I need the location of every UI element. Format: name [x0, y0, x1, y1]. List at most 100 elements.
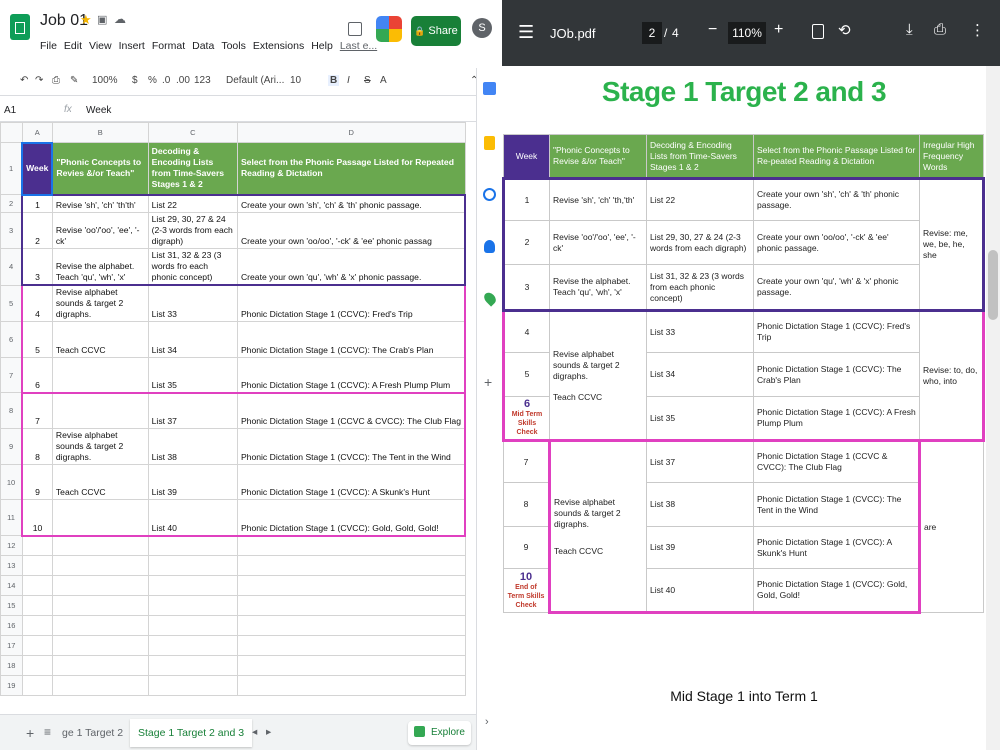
header-cell-lists[interactable]: Decoding & Encoding Lists from Time-Save…	[147, 142, 238, 195]
cell-concept[interactable]: Revise 'oo'/'oo', 'ee', '-ck'	[51, 212, 149, 249]
row-header[interactable]: 8	[0, 392, 23, 429]
sheet-tab-active[interactable]: Stage 1 Target 2 and 3	[130, 719, 253, 747]
cell-passage[interactable]: Phonic Dictation Stage 1 (CCVC & CVCC): …	[236, 391, 466, 429]
cell-passage[interactable]: Phonic Dictation Stage 1 (CCVC): A Fresh…	[236, 357, 466, 394]
row-header[interactable]: 6	[0, 321, 23, 358]
menu-item[interactable]: Data	[192, 40, 214, 52]
get-addons-icon[interactable]: +	[484, 374, 492, 390]
text-color-button[interactable]: A	[380, 75, 387, 86]
cell-passage[interactable]: Phonic Dictation Stage 1 (CVCC): A Skunk…	[236, 464, 466, 500]
hide-side-panel-icon[interactable]: ›	[485, 716, 489, 728]
empty-cell[interactable]	[236, 595, 466, 616]
menu-icon[interactable]: ☰	[518, 22, 534, 43]
cell-concept[interactable]: Teach CCVC	[51, 321, 149, 358]
menu-item[interactable]: Help	[311, 40, 333, 52]
cell-list[interactable]: List 31, 32 & 23 (3 words fro each phoni…	[147, 248, 238, 286]
zoom-input[interactable]: 110%	[728, 22, 766, 44]
name-box[interactable]: A1	[4, 105, 54, 116]
empty-cell[interactable]	[147, 595, 238, 616]
cell-week[interactable]: 7	[21, 391, 53, 429]
cell-passage[interactable]: Create your own 'oo/oo', '-ck' & 'ee' ph…	[236, 212, 466, 249]
empty-cell[interactable]	[51, 555, 149, 576]
percent-button[interactable]: %	[148, 75, 157, 86]
empty-cell[interactable]	[51, 595, 149, 616]
row-header[interactable]: 5	[0, 284, 23, 322]
row-header[interactable]: 2	[0, 194, 23, 213]
header-cell-concepts[interactable]: "Phonic Concepts to Revies &/or Teach"	[51, 142, 149, 195]
redo-icon[interactable]: ↷	[35, 75, 43, 86]
cell-concept[interactable]: Revise alphabet sounds & target 2 digrap…	[51, 284, 149, 322]
cell-concept[interactable]: Teach CCVC	[51, 464, 149, 500]
row-header[interactable]: 16	[0, 615, 23, 636]
cell-list[interactable]: List 39	[147, 464, 238, 500]
empty-cell[interactable]	[236, 635, 466, 656]
add-sheet-icon[interactable]: +	[26, 725, 34, 741]
empty-cell[interactable]	[147, 675, 238, 696]
cell-week[interactable]: 10	[21, 499, 53, 537]
empty-cell[interactable]	[21, 635, 53, 656]
cell-passage[interactable]: Phonic Dictation Stage 1 (CCVC): Fred's …	[236, 284, 466, 322]
print-icon[interactable]: ⎙	[934, 21, 946, 38]
empty-cell[interactable]	[21, 615, 53, 636]
calendar-icon[interactable]	[483, 82, 496, 95]
more-options-icon[interactable]: ⋮	[970, 21, 985, 39]
row-header[interactable]: 13	[0, 555, 23, 576]
share-button[interactable]: 🔒 Share	[411, 16, 461, 46]
empty-cell[interactable]	[21, 555, 53, 576]
empty-cell[interactable]	[21, 675, 53, 696]
empty-cell[interactable]	[236, 535, 466, 556]
contacts-icon[interactable]	[484, 240, 495, 253]
font-select[interactable]: Default (Ari...	[226, 75, 284, 86]
cell-list[interactable]: List 35	[147, 357, 238, 394]
column-header-c[interactable]: C	[147, 122, 238, 143]
spreadsheet-grid[interactable]: A B C D 1 Week "Phonic Concepts to Revie…	[0, 122, 466, 710]
formula-input[interactable]: Week	[86, 105, 111, 116]
rotate-icon[interactable]: ⟲	[838, 21, 851, 39]
empty-cell[interactable]	[51, 675, 149, 696]
zoom-in-button[interactable]: +	[774, 21, 783, 39]
menu-item[interactable]: Last e...	[340, 40, 377, 52]
cell-concept[interactable]	[51, 391, 149, 429]
cell-list[interactable]: List 34	[147, 321, 238, 358]
cell-passage[interactable]: Create your own 'qu', 'wh' & 'x' phonic …	[236, 248, 466, 286]
italic-button[interactable]: I	[347, 75, 350, 86]
row-header[interactable]: 3	[0, 212, 23, 249]
cell-concept[interactable]: Revise 'sh', 'ch' 'th'th'	[51, 193, 149, 213]
fit-page-icon[interactable]	[812, 24, 824, 39]
empty-cell[interactable]	[236, 615, 466, 636]
more-formats-button[interactable]: 123	[194, 75, 211, 86]
zoom-out-button[interactable]: −	[708, 21, 717, 39]
empty-cell[interactable]	[51, 615, 149, 636]
sheet-tab-prev[interactable]: ge 1 Target 2	[62, 727, 123, 739]
zoom-select[interactable]: 100%	[92, 75, 118, 86]
empty-cell[interactable]	[51, 535, 149, 556]
explore-button[interactable]: Explore	[408, 721, 471, 745]
empty-cell[interactable]	[236, 555, 466, 576]
avatar[interactable]: S	[472, 18, 492, 38]
cell-list[interactable]: List 40	[147, 499, 238, 537]
decrease-decimal-button[interactable]: .0	[162, 75, 170, 86]
menu-item[interactable]: File	[40, 40, 57, 52]
row-header[interactable]: 7	[0, 357, 23, 393]
empty-cell[interactable]	[147, 535, 238, 556]
cell-list[interactable]: List 29, 30, 27 & 24 (2-3 words from eac…	[147, 212, 238, 249]
row-header[interactable]: 19	[0, 675, 23, 696]
cell-week[interactable]: 8	[21, 428, 53, 465]
row-header[interactable]: 10	[0, 464, 23, 500]
empty-cell[interactable]	[21, 655, 53, 676]
menu-item[interactable]: Extensions	[253, 40, 304, 52]
cell-week[interactable]: 1	[21, 193, 53, 213]
column-header-a[interactable]: A	[21, 122, 53, 143]
row-header[interactable]: 17	[0, 635, 23, 656]
tab-scroll-right-icon[interactable]: ▸	[266, 726, 271, 738]
tasks-icon[interactable]	[483, 188, 496, 201]
pdf-scrollbar-thumb[interactable]	[988, 250, 998, 320]
cell-week[interactable]: 2	[21, 212, 53, 249]
empty-cell[interactable]	[147, 615, 238, 636]
empty-cell[interactable]	[21, 595, 53, 616]
cell-passage[interactable]: Create your own 'sh', 'ch' & 'th' phonic…	[236, 193, 466, 213]
empty-cell[interactable]	[51, 575, 149, 596]
select-all-corner[interactable]	[0, 122, 23, 143]
empty-cell[interactable]	[147, 635, 238, 656]
empty-cell[interactable]	[147, 575, 238, 596]
